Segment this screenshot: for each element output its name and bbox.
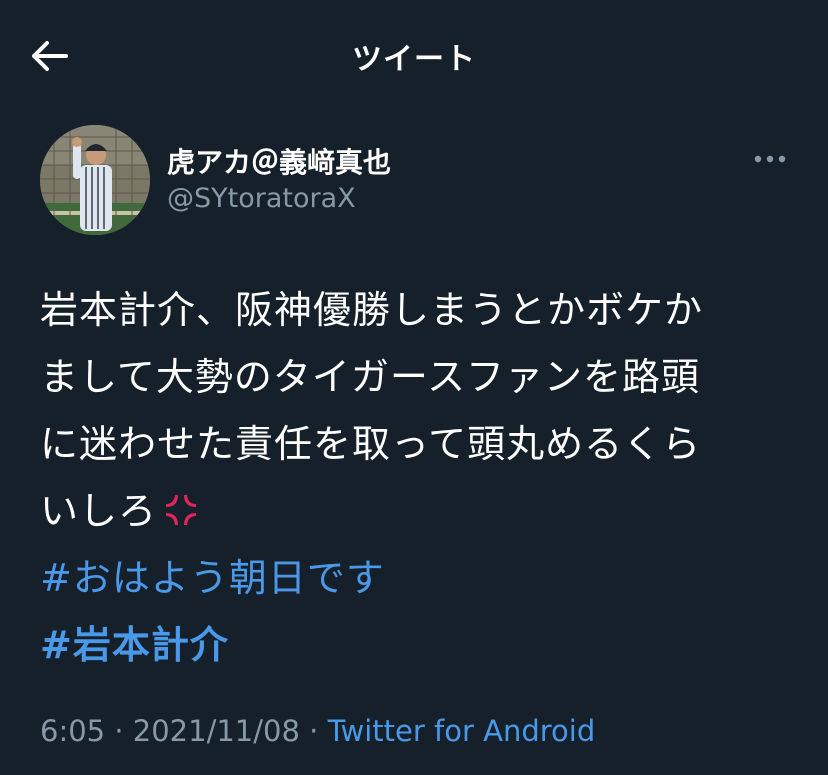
tweet-line: 岩本計介、阪神優勝しまうとかボケか: [40, 288, 704, 332]
tweet-line: に迷わせた責任を取って頭丸めるくら: [40, 422, 702, 466]
tweet-line-text: いしろ: [40, 489, 158, 533]
tweet-text: 岩本計介、阪神優勝しまうとかボケか まして大勢のタイガースファンを路頭 に迷わせ…: [40, 277, 800, 679]
hashtag-link[interactable]: #岩本計介: [40, 612, 800, 679]
tweet-line: まして大勢のタイガースファンを路頭: [40, 355, 700, 399]
top-bar: ツイート: [0, 0, 828, 108]
tweet-meta: 6:05 · 2021/11/08 · Twitter for Android: [40, 714, 595, 748]
tweet-date: 2021/11/08: [132, 714, 300, 748]
meta-separator: ·: [114, 714, 124, 748]
profile-photo: [40, 125, 150, 235]
tweet-time: 6:05: [40, 714, 106, 748]
avatar[interactable]: [40, 125, 150, 235]
author-handle[interactable]: @SYtoratoraX: [167, 183, 356, 214]
hashtag-link[interactable]: #おはよう朝日です: [40, 545, 800, 612]
tweet-line-last: いしろ: [40, 478, 800, 545]
meta-separator: ·: [309, 714, 319, 748]
tweet-source-link[interactable]: Twitter for Android: [328, 714, 596, 748]
more-options-button[interactable]: [748, 146, 792, 172]
page-title: ツイート: [352, 42, 476, 77]
author-name[interactable]: 虎アカ＠義﨑真也: [167, 141, 391, 181]
more-dots-icon: [754, 155, 786, 163]
anger-symbol-icon: [161, 484, 201, 525]
